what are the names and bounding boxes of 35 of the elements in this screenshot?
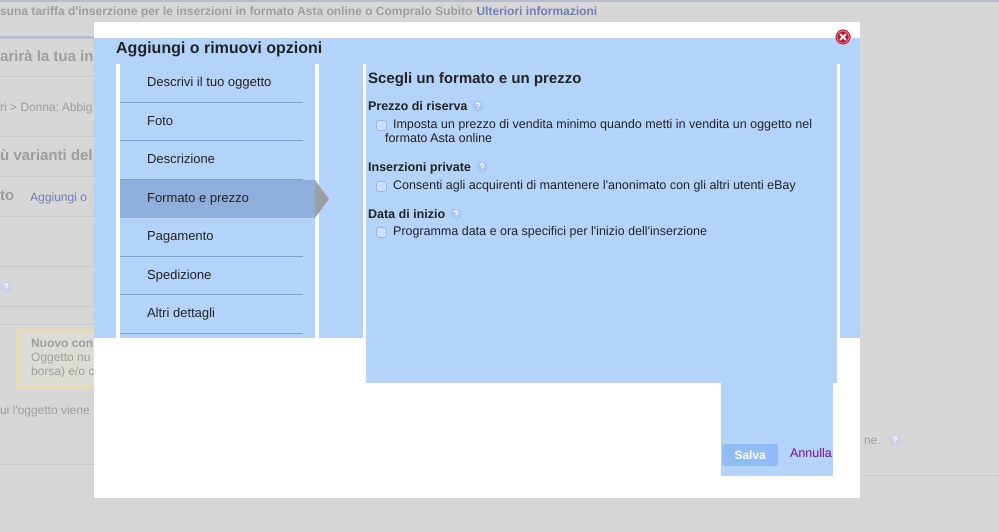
option-label: Consenti agli acquirenti di mantenere l'anonimato con gli altri utenti eBay — [392, 178, 796, 192]
checkbox[interactable] — [376, 120, 387, 131]
nav-item[interactable]: Foto — [120, 102, 303, 141]
dialog-title: Aggiungi o rimuovi opzioni — [116, 39, 324, 59]
help-icon[interactable] — [476, 161, 488, 174]
nav-item[interactable]: Pagamento — [120, 218, 303, 256]
help-icon[interactable] — [472, 100, 484, 112]
option-heading: Prezzo di riserva — [368, 98, 468, 115]
tip-text: Oggetto nu — [31, 350, 92, 364]
close-icon[interactable] — [835, 29, 851, 45]
nav-item[interactable]: Formato e prezzo — [120, 180, 315, 218]
option-heading: Inserzioni private — [368, 158, 471, 176]
notice-text: suna tariffa d'inserzione per le inserzioni in formato Asta online o Compralo Subito — [0, 3, 472, 20]
section-title: Scegli un formato e un prezzo — [368, 70, 582, 88]
help-icon[interactable] — [888, 434, 901, 446]
row-label: to — [0, 186, 14, 206]
tip-text: borsa) e/o c — [31, 364, 94, 378]
option-label: Imposta un prezzo di vendita minimo quando metti in vendita un oggetto nel formato Asta online — [384, 116, 814, 145]
cancel-link[interactable]: Annulla — [790, 444, 832, 466]
nav-item[interactable]: Descrivi il tuo oggetto — [120, 64, 303, 102]
nav-item[interactable]: Spedizione — [120, 256, 303, 295]
nav-item[interactable]: Altri dettagli — [120, 295, 303, 334]
checkbox[interactable] — [376, 180, 387, 192]
help-icon[interactable] — [450, 208, 462, 220]
option-heading: Data di inizio — [368, 206, 446, 222]
section-heading: ù varianti del — [0, 146, 93, 166]
tip-title: Nuovo con — [31, 336, 94, 350]
description-text: ui l'oggetto viene — [0, 402, 90, 419]
pointer-arrow-icon — [315, 180, 329, 218]
option-label: Programma data e ora specifici per l'inizio dell'inserzione — [392, 224, 707, 238]
description-text: ne. — [864, 432, 881, 449]
section-heading: arirà la tua in — [0, 47, 94, 68]
help-icon[interactable] — [0, 280, 12, 292]
checkbox[interactable] — [376, 227, 387, 238]
breadcrumb-text: ri > Donna: Abbig — [0, 98, 92, 116]
